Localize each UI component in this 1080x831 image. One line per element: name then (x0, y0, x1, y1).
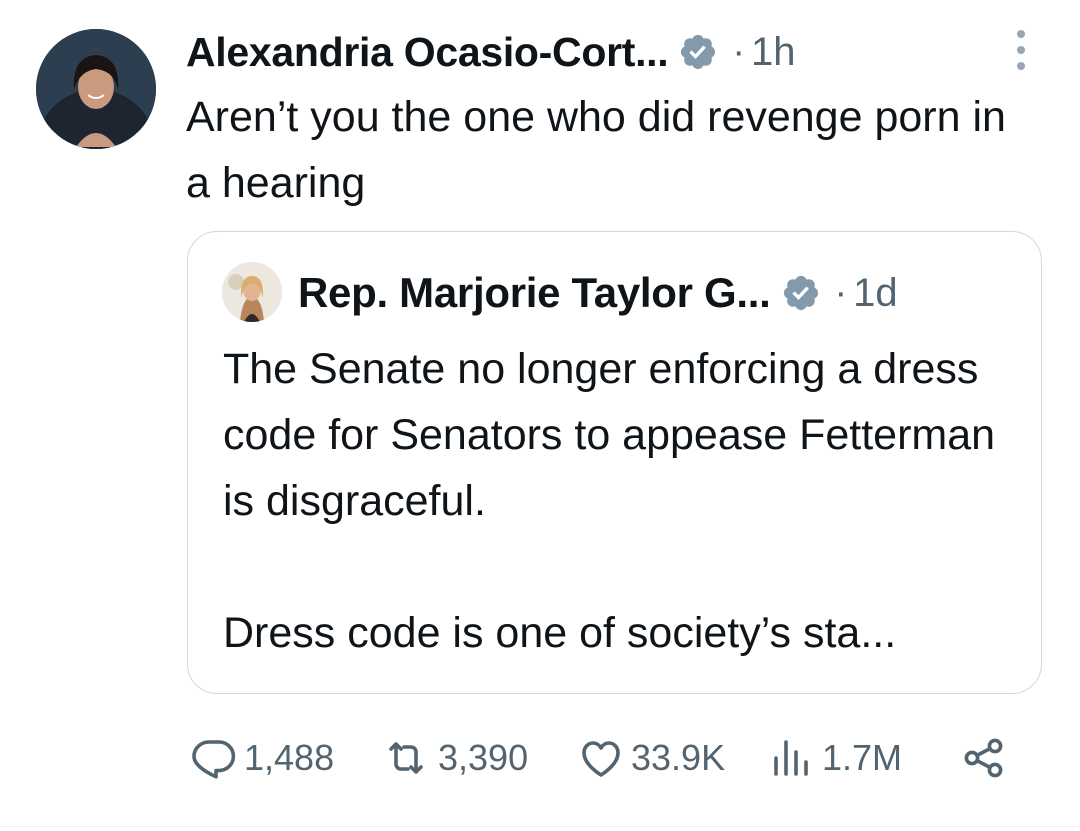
verified-badge-icon (678, 32, 718, 72)
author-name[interactable]: Alexandria Ocasio-Cort... (186, 29, 669, 76)
quoted-tweet-text: The Senate no longer enforcing a dress c… (223, 345, 996, 657)
share-icon (964, 738, 1003, 778)
repost-count: 3,390 (438, 737, 529, 778)
more-options-icon[interactable] (1012, 30, 1030, 70)
reply-button[interactable]: 1,488 (190, 730, 334, 786)
reply-count: 1,488 (244, 737, 335, 778)
tweet-header: Alexandria Ocasio-Cort... · 1h (186, 26, 796, 78)
quoted-tweet-timestamp[interactable]: 1d (853, 271, 898, 316)
like-count: 33.9K (631, 737, 726, 778)
separator-dot: · (732, 30, 746, 73)
verified-badge-icon (781, 273, 821, 313)
views-button[interactable]: 1.7M (768, 730, 902, 786)
quoted-author-avatar[interactable] (222, 262, 282, 322)
tweet-timestamp[interactable]: 1h (751, 30, 796, 75)
tweet-text: Aren’t you the one who did revenge porn … (186, 93, 1006, 207)
analytics-icon (774, 740, 808, 776)
views-count: 1.7M (822, 737, 903, 778)
quoted-tweet[interactable]: Rep. Marjorie Taylor G... · 1d The Senat… (187, 231, 1042, 694)
reply-icon (192, 740, 236, 779)
like-button[interactable]: 33.9K (577, 730, 725, 786)
divider (0, 826, 1080, 827)
quoted-author-name[interactable]: Rep. Marjorie Taylor G... (298, 269, 771, 317)
repost-icon (389, 742, 423, 774)
author-avatar[interactable] (36, 29, 156, 149)
quoted-tweet-header: Rep. Marjorie Taylor G... · 1d (298, 265, 898, 321)
separator-dot: · (834, 271, 848, 314)
share-button[interactable] (960, 730, 1008, 786)
repost-button[interactable]: 3,390 (380, 730, 528, 786)
action-bar: 1,488 3,390 33.9K 1.7M (190, 730, 1010, 786)
heart-icon (582, 741, 620, 777)
